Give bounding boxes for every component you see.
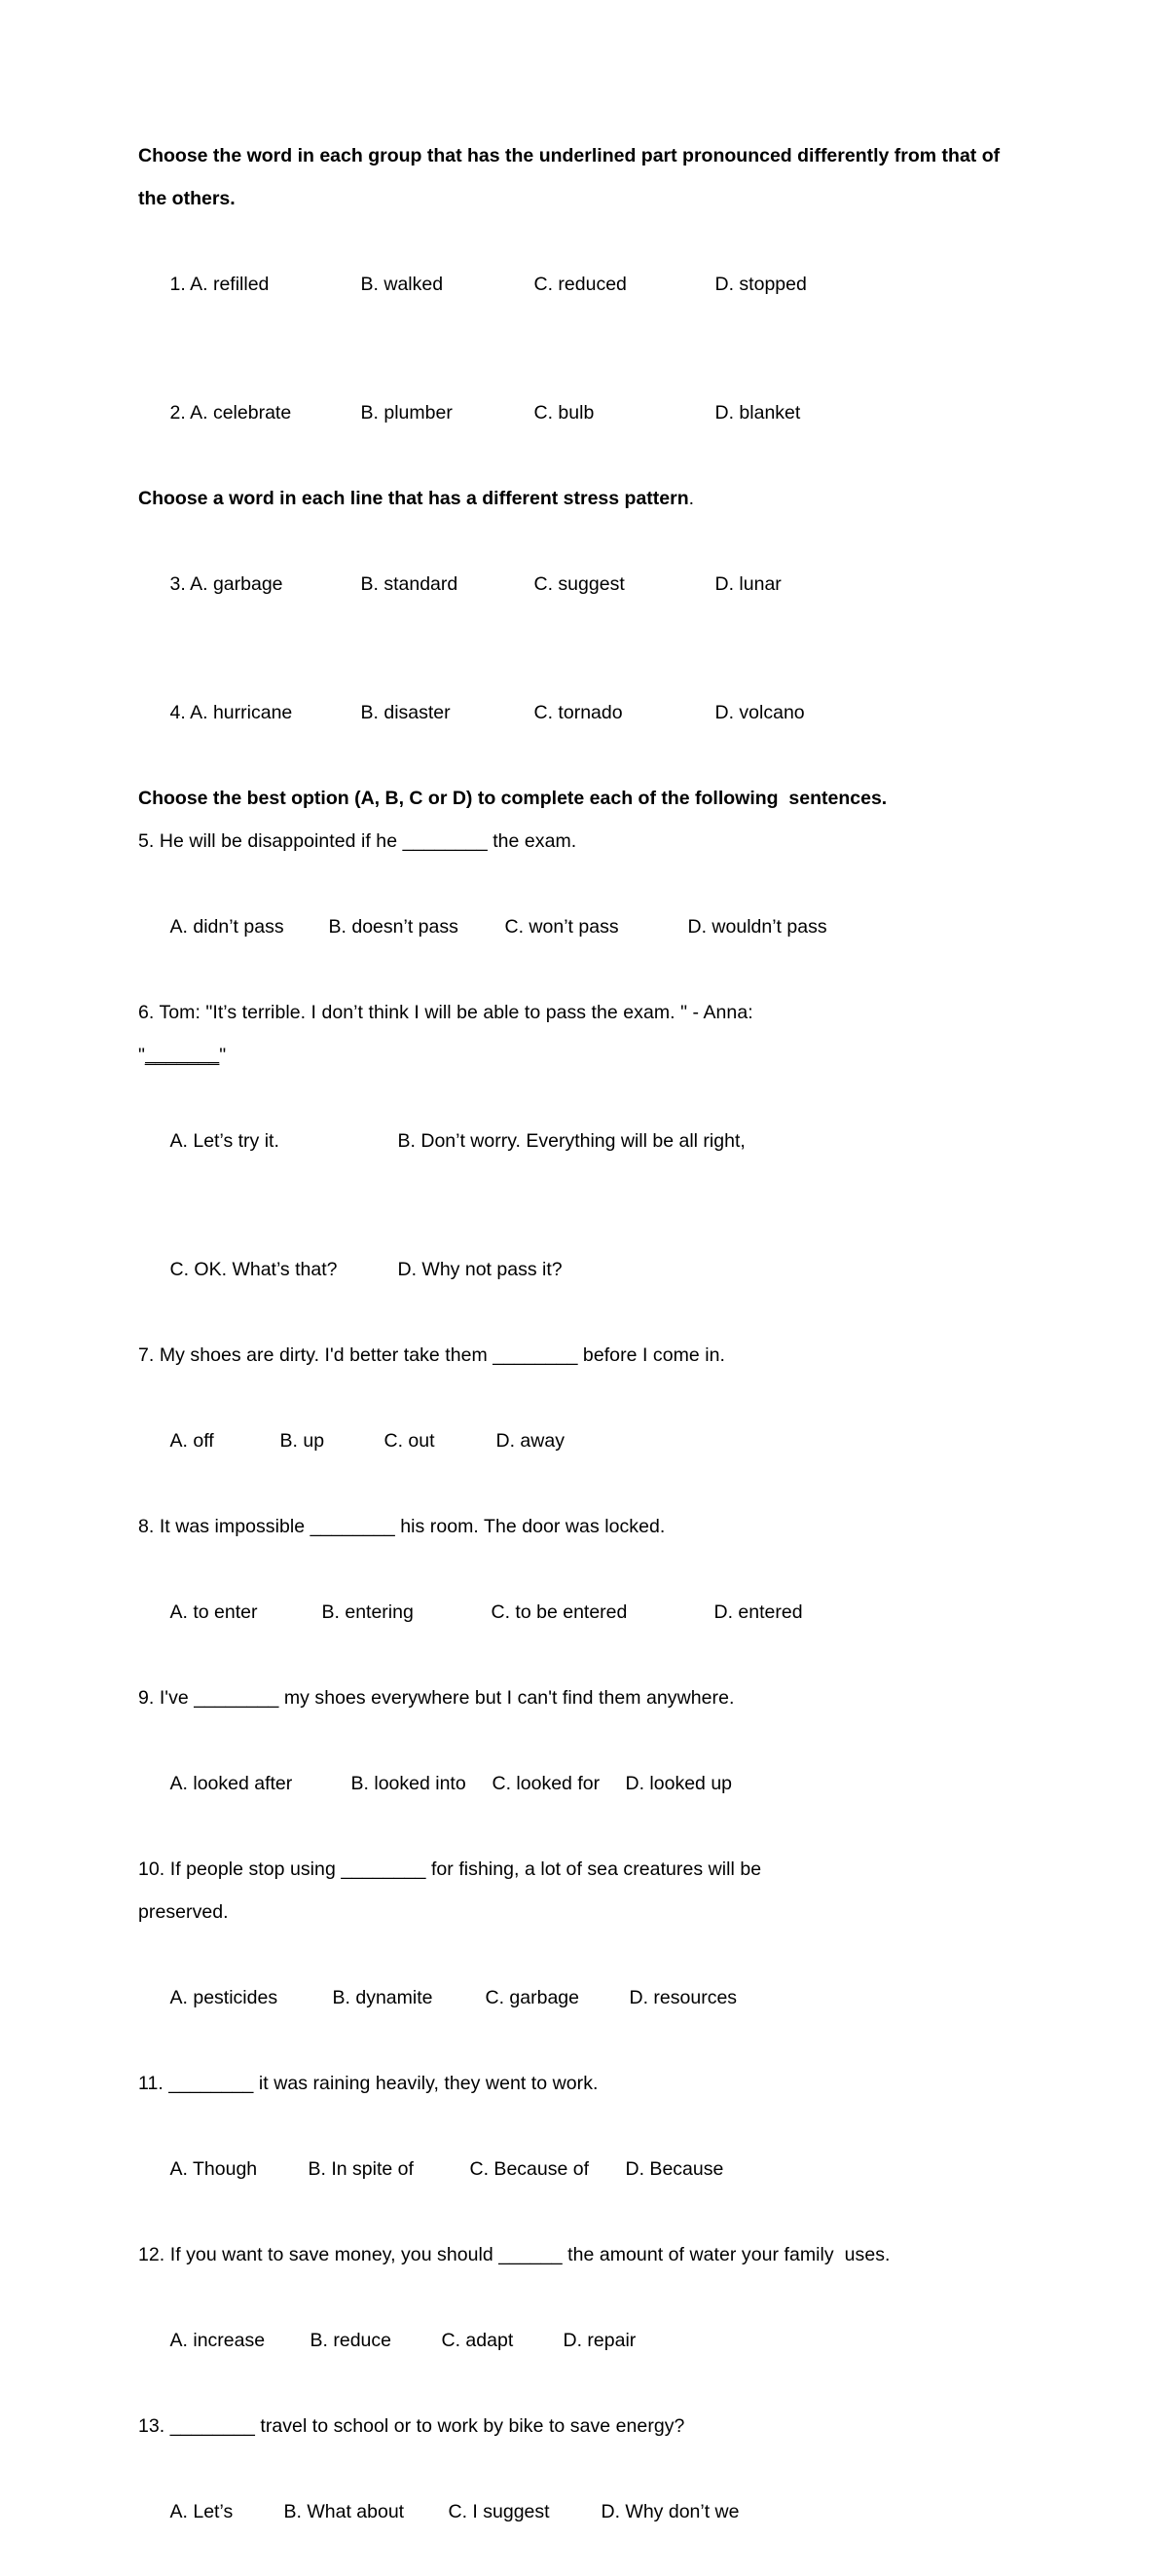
question-5-option-c: C. won’t pass (504, 916, 619, 938)
question-7-stem: 7. My shoes are dirty. I'd better take t… (138, 1344, 726, 1366)
question-6-option-a: A. Let’s try it. (169, 1130, 279, 1152)
question-10-option-c: C. garbage (485, 1987, 579, 2008)
question-3-option-c: C. suggest (533, 573, 625, 595)
question-1-options: 1. A. refilled B. walked C. reduced D. stop… (138, 220, 1010, 349)
question-3-option-b: B. standard (360, 573, 458, 595)
question-2-option-a: 2. A. celebrate (169, 402, 292, 423)
question-1-option-d: D. stopped (714, 274, 807, 295)
question-6-quote-open: " (138, 1045, 145, 1066)
question-9-stem: 9. I've ________ my shoes everywhere but… (138, 1687, 735, 1709)
section-heading-stress: Choose a word in each line that has a di… (138, 477, 1010, 520)
question-2-option-b: B. plumber (360, 402, 453, 423)
question-6-option-d: D. Why not pass it? (397, 1259, 563, 1280)
question-5-option-a: A. didn’t pass (169, 916, 284, 938)
question-10-option-b: B. dynamite (332, 1987, 433, 2008)
question-9-option-d: D. looked up (625, 1773, 733, 1794)
question-10-options: A. pesticides B. dynamite C. garbage D. res… (138, 1933, 1010, 2062)
question-4-option-a: 4. A. hurricane (169, 702, 293, 723)
question-1-option-b: B. walked (360, 274, 444, 295)
question-6-options-row-2: C. OK. What’s that? D. Why not pass it? (138, 1205, 1010, 1334)
question-6-answer-blank-line: "_______" (138, 1034, 1010, 1077)
question-10-stem-continued: preserved. (138, 1901, 229, 1923)
question-8-option-b: B. entering (321, 1601, 414, 1623)
question-4-option-d: D. volcano (714, 702, 805, 723)
question-10-option-a: A. pesticides (169, 1987, 278, 2008)
question-12-stem: 12. If you want to save money, you shoul… (138, 2244, 891, 2265)
question-13-stem: 13. ________ travel to school or to work… (138, 2415, 685, 2437)
question-7-option-b: B. up (279, 1430, 325, 1452)
question-2-option-d: D. blanket (714, 402, 801, 423)
question-7-option-a: A. off (169, 1430, 214, 1452)
question-4-options: 4. A. hurricane B. disaster C. tornado D. v… (138, 648, 1010, 777)
question-13-option-c: C. I suggest (448, 2501, 550, 2522)
question-4-option-b: B. disaster (360, 702, 451, 723)
question-11-option-b: B. In spite of (308, 2158, 414, 2180)
question-13-options: A. Let’s B. What about C. I suggest D. Why … (138, 2447, 1010, 2576)
document-page: Choose the word in each group that has t… (0, 0, 1168, 2522)
question-7-option-d: D. away (495, 1430, 565, 1452)
section-heading-stress-period: . (688, 488, 695, 509)
question-11-option-c: C. Because of (469, 2158, 589, 2180)
question-9-options: A. looked after B. looked into C. looked f… (138, 1719, 1010, 1848)
section-heading-best-option: Choose the best option (A, B, C or D) to… (138, 788, 888, 809)
question-5-options: A. didn’t pass B. doesn’t pass C. won’t pa… (138, 863, 1010, 991)
question-5-stem: 5. He will be disappointed if he _______… (138, 830, 577, 852)
question-2-option-c: C. bulb (533, 402, 595, 423)
question-7-option-c: C. out (383, 1430, 435, 1452)
question-10-stem: 10. If people stop using ________ for fi… (138, 1858, 762, 1880)
question-8-options: A. to enter B. entering C. to be entered D.… (138, 1548, 1010, 1676)
question-8-option-c: C. to be entered (491, 1601, 628, 1623)
question-11-stem: 11. ________ it was raining heavily, the… (138, 2073, 599, 2094)
question-9-option-c: C. looked for (492, 1773, 601, 1794)
question-12-options: A. increase B. reduce C. adapt D. repair (138, 2276, 1010, 2405)
question-8-option-a: A. to enter (169, 1601, 258, 1623)
document-body: Choose the word in each group that has t… (138, 134, 1010, 2576)
question-3-option-a: 3. A. garbage (169, 573, 283, 595)
question-11-option-d: D. Because (625, 2158, 724, 2180)
question-6-option-c: C. OK. What’s that? (169, 1259, 338, 1280)
section-heading-stress-text: Choose a word in each line that has a di… (138, 488, 689, 509)
question-13-option-a: A. Let’s (169, 2501, 234, 2522)
question-5-option-d: D. wouldn’t pass (687, 916, 827, 938)
question-12-option-a: A. increase (169, 2330, 266, 2351)
question-13-option-d: D. Why don’t we (601, 2501, 740, 2522)
question-10-option-d: D. resources (629, 1987, 738, 2008)
question-3-options: 3. A. garbage B. standard C. suggest D. lun… (138, 520, 1010, 648)
section-heading-pronunciation: Choose the word in each group that has t… (138, 145, 1005, 209)
question-9-option-a: A. looked after (169, 1773, 293, 1794)
question-12-option-b: B. reduce (310, 2330, 391, 2351)
question-6-blank: _______ (144, 1045, 220, 1066)
question-6-stem: 6. Tom: "It’s terrible. I don’t think I … (138, 1002, 753, 1023)
question-4-option-c: C. tornado (533, 702, 623, 723)
question-13-option-b: B. What about (283, 2501, 405, 2522)
question-7-options: A. off B. up C. out D. away (138, 1377, 1010, 1505)
question-11-option-a: A. Though (169, 2158, 258, 2180)
question-1-option-c: C. reduced (533, 274, 627, 295)
question-6-quote-close: " (219, 1045, 227, 1066)
question-12-option-c: C. adapt (441, 2330, 514, 2351)
question-1-option-a: 1. A. refilled (169, 274, 270, 295)
question-5-option-b: B. doesn’t pass (328, 916, 458, 938)
question-8-option-d: D. entered (713, 1601, 803, 1623)
question-3-option-d: D. lunar (714, 573, 782, 595)
question-6-option-b: B. Don’t worry. Everything will be all r… (397, 1130, 746, 1152)
question-9-option-b: B. looked into (350, 1773, 466, 1794)
question-11-options: A. Though B. In spite of C. Because of D. B… (138, 2105, 1010, 2233)
question-2-options: 2. A. celebrate B. plumber C. bulb D. blank… (138, 349, 1010, 477)
question-12-option-d: D. repair (563, 2330, 637, 2351)
question-6-options-row-1: A. Let’s try it. B. Don’t worry. Everythi… (138, 1077, 1010, 1205)
